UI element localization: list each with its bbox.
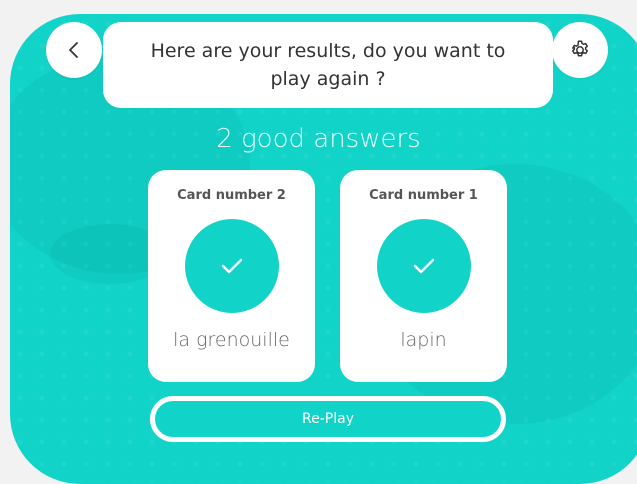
check-icon (221, 258, 242, 274)
question-text: Here are your results, do you want to pl… (150, 40, 506, 90)
result-card: Card number 1 lapin (340, 170, 507, 382)
card-word: la grenouille (173, 329, 290, 351)
card-title: Card number 1 (369, 188, 478, 203)
back-button[interactable] (46, 22, 102, 78)
question-box: Here are your results, do you want to pl… (103, 22, 553, 108)
replay-button[interactable]: Re-Play (150, 396, 506, 442)
replay-label: Re-Play (302, 411, 354, 427)
chevron-left-icon (69, 42, 78, 58)
card-title: Card number 2 (177, 188, 286, 203)
check-icon (413, 258, 434, 274)
settings-button[interactable] (552, 22, 608, 78)
gear-icon (572, 40, 588, 57)
score-text: 2 good answers (216, 124, 421, 154)
correct-badge (376, 219, 471, 313)
correct-badge (184, 219, 279, 313)
result-card: Card number 2 la grenouille (148, 170, 315, 382)
card-word: lapin (400, 329, 447, 351)
